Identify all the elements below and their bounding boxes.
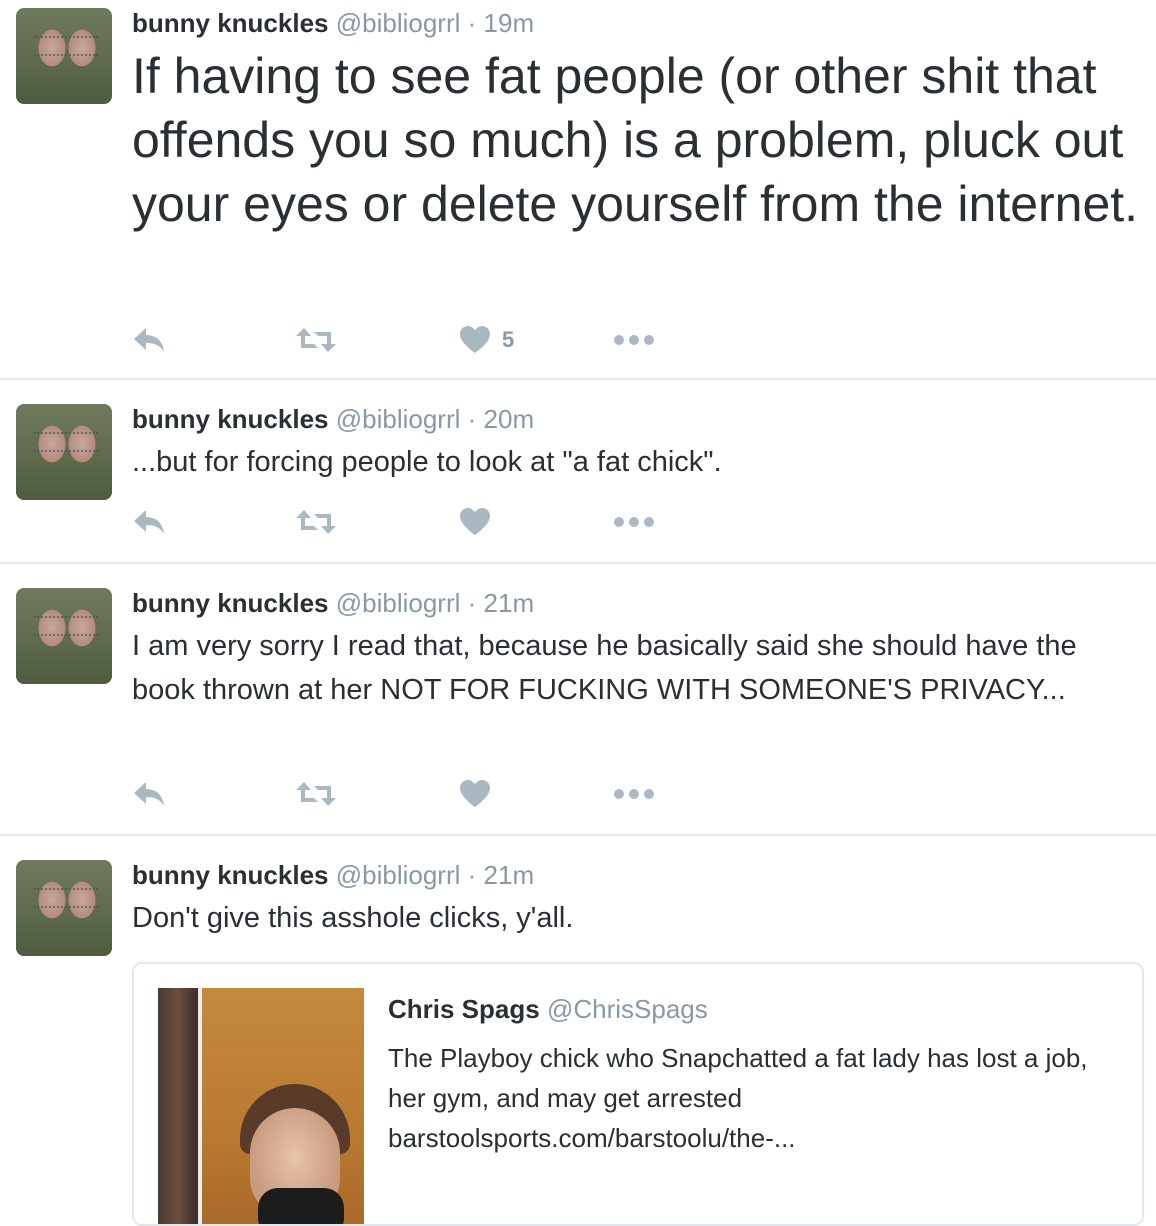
more-dots-icon bbox=[614, 335, 654, 345]
tweet[interactable]: bunny knuckles @bibliogrrl · 20m ...but … bbox=[0, 380, 1156, 562]
heart-icon bbox=[460, 326, 490, 354]
tweet-header: bunny knuckles @bibliogrrl · 20m bbox=[132, 404, 534, 435]
tweet-header: bunny knuckles @bibliogrrl · 21m bbox=[132, 860, 534, 891]
tweet-header: bunny knuckles @bibliogrrl · 21m bbox=[132, 588, 534, 619]
reply-button[interactable] bbox=[132, 504, 166, 540]
more-button[interactable] bbox=[614, 776, 654, 812]
tweet-text: I am very sorry I read that, because he … bbox=[132, 630, 1077, 706]
author-handle[interactable]: @bibliogrrl bbox=[336, 404, 461, 434]
timestamp[interactable]: 20m bbox=[484, 404, 535, 434]
avatar[interactable] bbox=[16, 404, 112, 500]
tweet-header: bunny knuckles @bibliogrrl · 19m bbox=[132, 8, 534, 39]
more-dots-icon bbox=[614, 517, 654, 527]
retweet-icon bbox=[296, 508, 336, 536]
author-handle[interactable]: @bibliogrrl bbox=[336, 860, 461, 890]
quoted-tweet-text: The Playboy chick who Snapchatted a fat … bbox=[388, 1038, 1118, 1158]
quoted-tweet-image[interactable] bbox=[158, 988, 364, 1224]
author-name[interactable]: bunny knuckles bbox=[132, 8, 329, 38]
tweet-actions bbox=[132, 504, 692, 540]
separator: · bbox=[467, 404, 477, 434]
tweet[interactable]: bunny knuckles @bibliogrrl · 21m I am ve… bbox=[0, 564, 1156, 834]
more-button[interactable] bbox=[614, 322, 654, 358]
tweet-text: Don't give this asshole clicks, y'all. bbox=[132, 902, 574, 934]
retweet-button[interactable] bbox=[296, 504, 336, 540]
timestamp[interactable]: 21m bbox=[484, 860, 535, 890]
more-button[interactable] bbox=[614, 504, 654, 540]
like-count: 5 bbox=[502, 327, 515, 352]
retweet-icon bbox=[296, 326, 336, 354]
reply-button[interactable] bbox=[132, 776, 166, 812]
avatar[interactable] bbox=[16, 8, 112, 104]
more-dots-icon bbox=[614, 789, 654, 799]
timestamp[interactable]: 19m bbox=[484, 8, 535, 38]
quoted-tweet-header: Chris Spags @ChrisSpags bbox=[388, 994, 708, 1025]
separator: · bbox=[467, 8, 477, 38]
tweet[interactable]: bunny knuckles @bibliogrrl · 19m If havi… bbox=[0, 0, 1156, 378]
avatar[interactable] bbox=[16, 588, 112, 684]
retweet-button[interactable] bbox=[296, 322, 336, 358]
reply-button[interactable] bbox=[132, 322, 166, 358]
quoted-link[interactable]: barstoolsports.com/barstoolu/the-... bbox=[388, 1123, 796, 1153]
author-name[interactable]: bunny knuckles bbox=[132, 404, 329, 434]
heart-icon bbox=[460, 508, 490, 536]
avatar[interactable] bbox=[16, 860, 112, 956]
author-name[interactable]: bunny knuckles bbox=[132, 860, 329, 890]
like-button[interactable] bbox=[460, 504, 490, 540]
separator: · bbox=[467, 588, 477, 618]
reply-icon bbox=[132, 508, 166, 536]
tweet-text: If having to see fat people (or other sh… bbox=[132, 48, 1139, 232]
quoted-text: The Playboy chick who Snapchatted a fat … bbox=[388, 1043, 1088, 1113]
tweet-actions bbox=[132, 776, 692, 812]
retweet-icon bbox=[296, 780, 336, 808]
tweet-text: ...but for forcing people to look at "a … bbox=[132, 446, 722, 478]
quoted-tweet-card[interactable]: Chris Spags @ChrisSpags The Playboy chic… bbox=[132, 962, 1144, 1226]
like-button[interactable]: 5 bbox=[460, 322, 514, 358]
author-handle[interactable]: @bibliogrrl bbox=[336, 588, 461, 618]
author-handle[interactable]: @bibliogrrl bbox=[336, 8, 461, 38]
timestamp[interactable]: 21m bbox=[484, 588, 535, 618]
reply-icon bbox=[132, 326, 166, 354]
reply-icon bbox=[132, 780, 166, 808]
quoted-author-handle[interactable]: @ChrisSpags bbox=[547, 994, 708, 1024]
author-name[interactable]: bunny knuckles bbox=[132, 588, 329, 618]
retweet-button[interactable] bbox=[296, 776, 336, 812]
quoted-author-name[interactable]: Chris Spags bbox=[388, 994, 540, 1024]
like-button[interactable] bbox=[460, 776, 490, 812]
tweet-actions: 5 bbox=[132, 322, 692, 358]
separator: · bbox=[467, 860, 477, 890]
heart-icon bbox=[460, 780, 490, 808]
